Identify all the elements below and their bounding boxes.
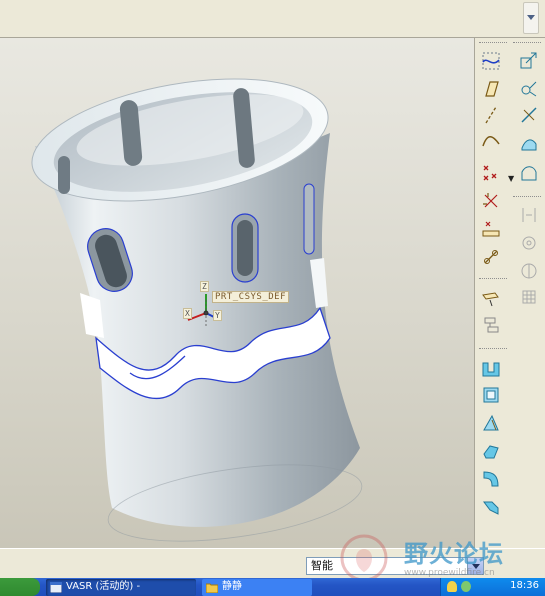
layer-icon[interactable] <box>478 312 504 338</box>
analysis-icon[interactable] <box>478 286 504 312</box>
copy-icon[interactable] <box>516 48 542 74</box>
draft-icon[interactable] <box>478 410 504 436</box>
trim-icon[interactable] <box>516 102 542 128</box>
qq-icon[interactable] <box>447 581 457 592</box>
offset-icon[interactable] <box>516 160 542 186</box>
pattern-icon[interactable] <box>516 230 542 256</box>
chamfer-icon[interactable] <box>478 494 504 520</box>
selection-filter-dropdown[interactable]: 智能 <box>306 557 484 575</box>
datum-axis-icon[interactable] <box>478 102 504 128</box>
axis-z-label: Z <box>200 281 209 292</box>
taskbar-clock: 18:36 <box>510 580 539 591</box>
taskbar-label: 静静 <box>222 581 242 592</box>
feature-toolbar: ▼ <box>474 38 545 548</box>
grid-icon[interactable] <box>516 284 542 310</box>
network-icon[interactable] <box>461 581 471 592</box>
curve-icon[interactable] <box>478 128 504 154</box>
datum-point-dropdown-icon[interactable]: ▼ <box>508 174 514 183</box>
status-bar: 智能 <box>0 548 545 578</box>
graphics-viewport[interactable]: Z X Y PRT_CSYS_DEF <box>0 38 474 548</box>
extrude-icon[interactable] <box>478 356 504 382</box>
selection-filter-value: 智能 <box>311 559 333 572</box>
coordinate-system-icon[interactable] <box>478 244 504 270</box>
datum-plane-icon[interactable] <box>478 76 504 102</box>
app-window-icon <box>49 581 63 594</box>
top-scroll-arrow[interactable] <box>523 2 539 34</box>
windows-taskbar: VASR (活动的) - 静静 18:36 <box>0 578 545 596</box>
surface-icon[interactable] <box>516 130 542 156</box>
taskbar-button-folder[interactable]: 静静 <box>202 579 312 596</box>
mirror-tool-icon[interactable] <box>516 76 542 102</box>
datum-point-offset-icon[interactable] <box>478 188 504 214</box>
system-tray: 18:36 <box>440 578 545 596</box>
shell-icon[interactable] <box>478 382 504 408</box>
datum-point-icon[interactable] <box>478 160 504 186</box>
taskbar-label: VASR (活动的) - <box>66 581 141 592</box>
sketch-curve-icon[interactable] <box>478 48 504 74</box>
taskbar-button-vasr[interactable]: VASR (活动的) - <box>46 579 196 596</box>
axis-x-label: X <box>183 308 192 319</box>
top-toolbar-strip <box>0 0 545 38</box>
folder-icon <box>205 582 219 594</box>
app-window: Z X Y PRT_CSYS_DEF ▼ 智能 野火论坛 www.proewil… <box>0 0 545 596</box>
start-button[interactable] <box>0 578 40 596</box>
inner-slot <box>58 156 70 194</box>
datum-point-field-icon[interactable] <box>478 216 504 242</box>
chevron-down-icon[interactable] <box>467 558 483 574</box>
merge-icon[interactable] <box>516 202 542 228</box>
transform-icon[interactable] <box>516 258 542 284</box>
rib-icon[interactable] <box>478 438 504 464</box>
round-icon[interactable] <box>478 466 504 492</box>
axis-y-label: Y <box>213 310 222 321</box>
csys-label: PRT_CSYS_DEF <box>212 291 290 303</box>
